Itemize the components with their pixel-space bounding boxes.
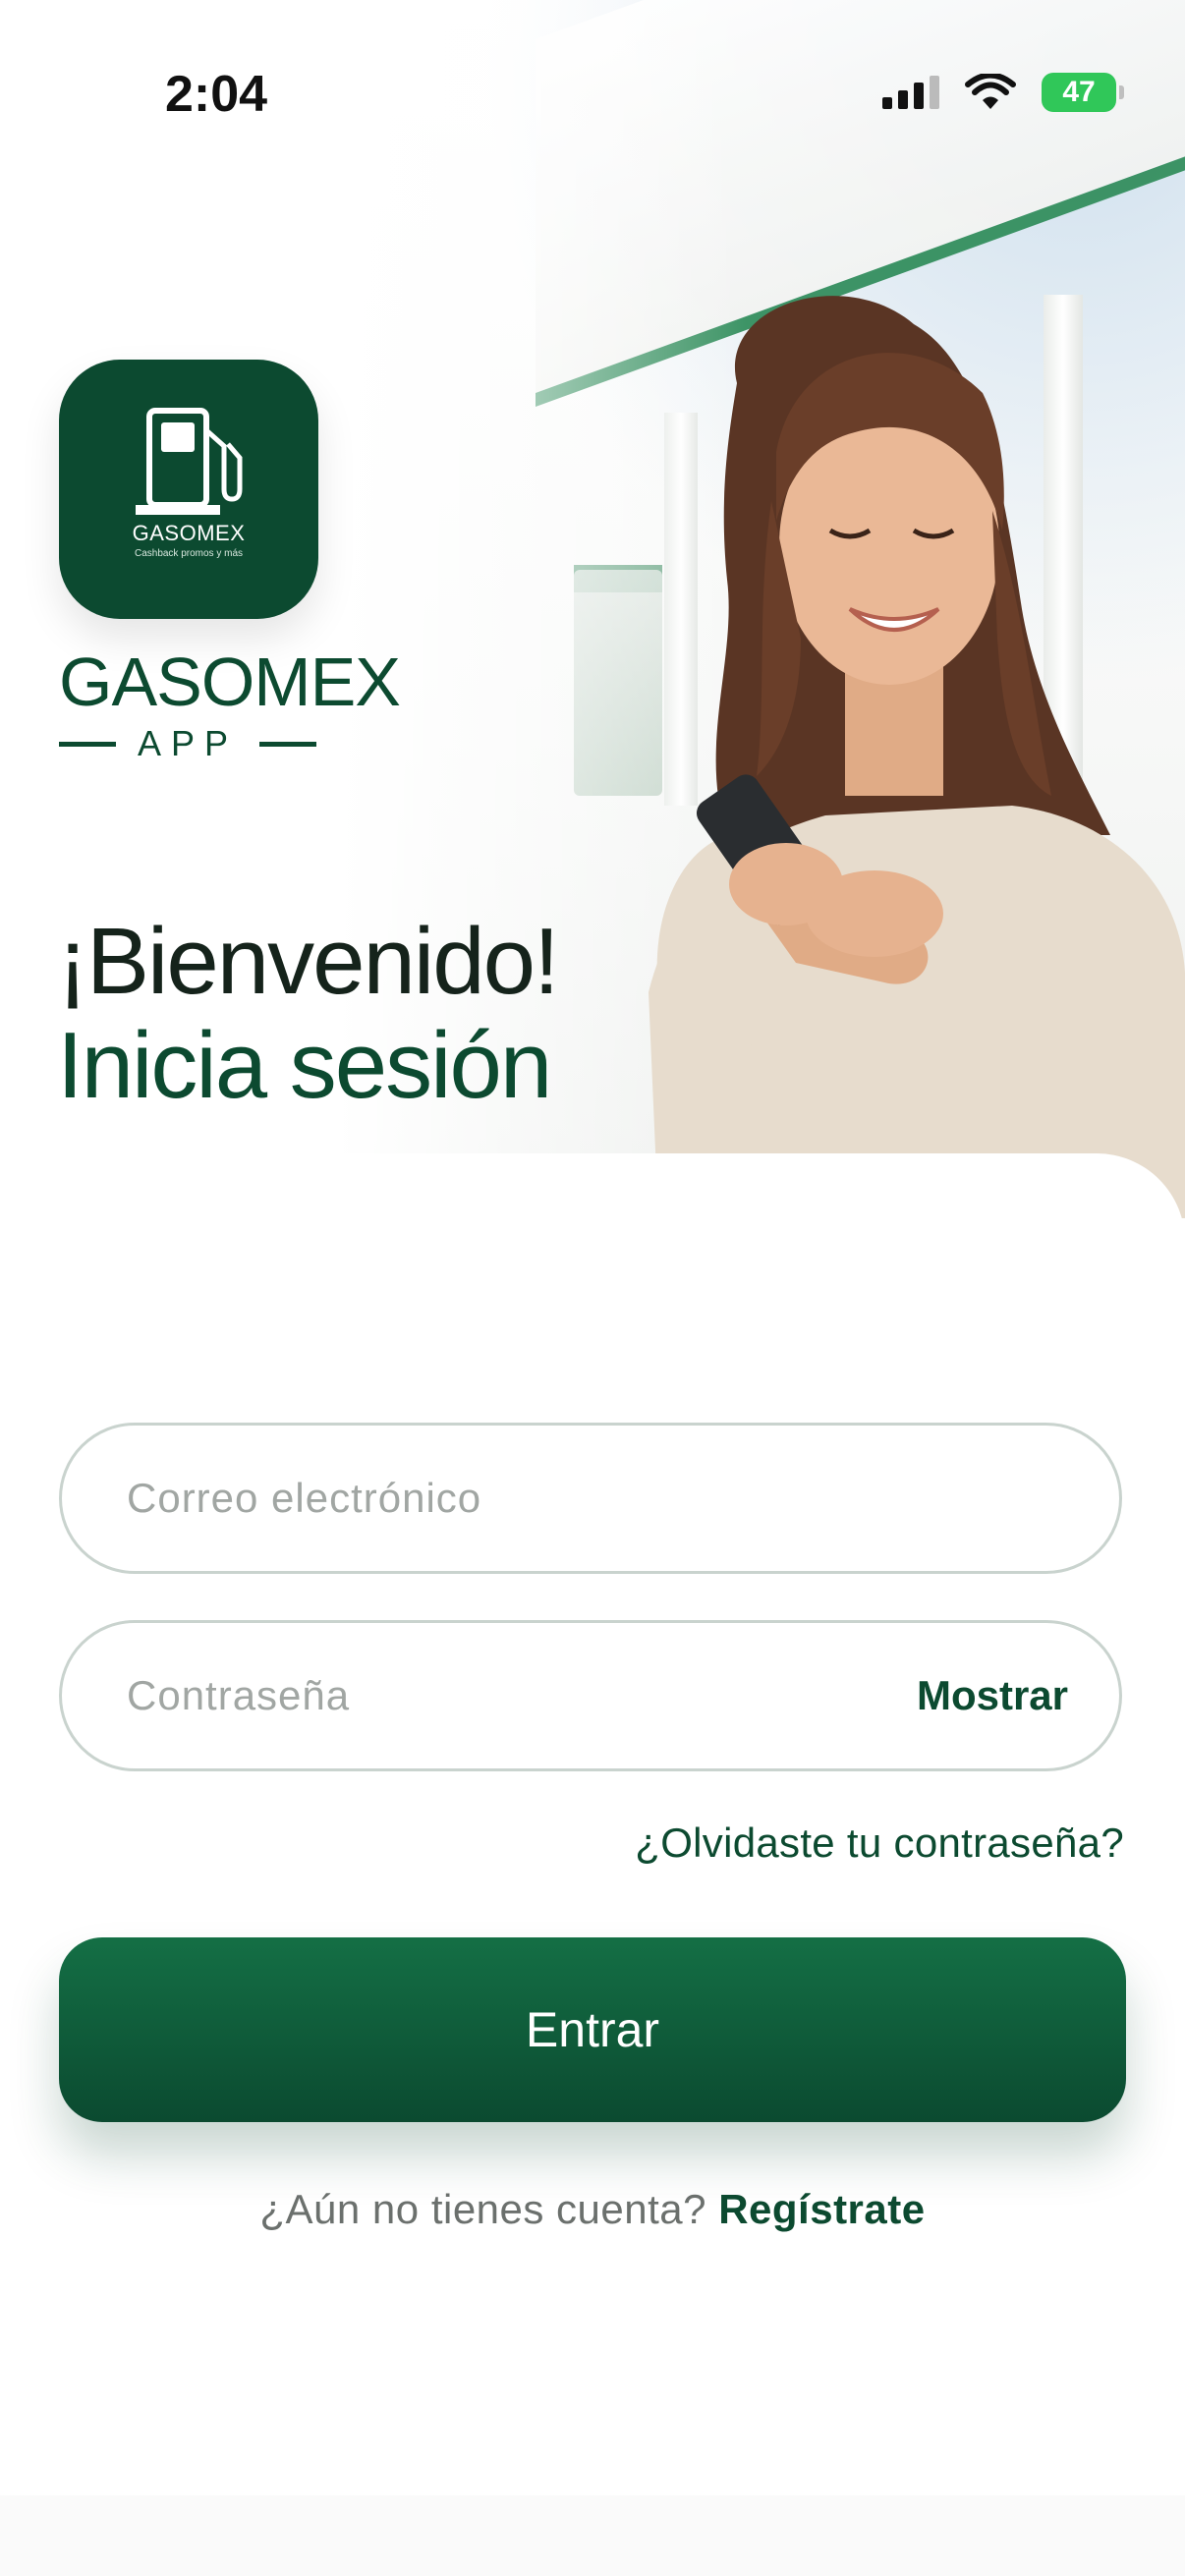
status-icons: 47 <box>882 73 1124 112</box>
brand-subtitle: APP <box>59 723 317 764</box>
app-icon-name: GASOMEX <box>132 521 246 545</box>
brand-sub-text: APP <box>138 723 239 763</box>
battery-icon: 47 <box>1042 73 1124 112</box>
register-question: ¿Aún no tienes cuenta? <box>259 2186 707 2232</box>
app-icon-tagline: Cashback promos y más <box>134 548 244 559</box>
brand-name: GASOMEX <box>59 644 401 720</box>
bottom-area <box>0 2495 1185 2576</box>
password-input[interactable] <box>125 1671 917 1720</box>
login-button[interactable]: Entrar <box>59 1937 1126 2122</box>
login-subtitle: Inicia sesión <box>57 1013 552 1118</box>
password-field-container[interactable]: Mostrar <box>59 1620 1122 1771</box>
email-field-container[interactable] <box>59 1423 1122 1574</box>
show-password-button[interactable]: Mostrar <box>917 1672 1068 1719</box>
signal-icon <box>882 76 939 109</box>
app-logo: GASOMEX Cashback promos y más <box>59 360 318 619</box>
register-prompt: ¿Aún no tienes cuenta? Regístrate <box>0 2186 1185 2233</box>
divider <box>59 741 116 747</box>
fuel-pump-icon <box>136 408 243 515</box>
forgot-password-link[interactable]: ¿Olvidaste tu contraseña? <box>635 1820 1124 1867</box>
register-link[interactable]: Regístrate <box>718 2186 925 2232</box>
divider <box>259 741 317 747</box>
woman-with-phone-illustration <box>649 296 1185 1218</box>
status-time: 2:04 <box>165 66 268 123</box>
email-input[interactable] <box>125 1474 1119 1523</box>
welcome-title: ¡Bienvenido! <box>57 909 560 1014</box>
battery-level: 47 <box>1062 76 1096 108</box>
wifi-icon <box>965 74 1016 109</box>
